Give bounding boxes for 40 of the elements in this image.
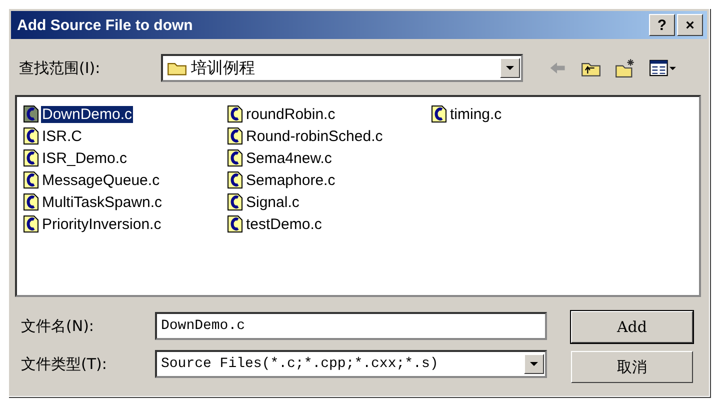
c-file-icon: [23, 193, 39, 211]
c-file-icon: [23, 127, 39, 145]
c-file-icon: [227, 127, 243, 145]
folder-icon: [167, 60, 187, 76]
look-in-label: 查找范围(I):: [19, 58, 102, 78]
file-type-label: 文件类型(T):: [21, 354, 108, 374]
file-item[interactable]: Sema4new.c: [227, 147, 431, 169]
c-file-icon: [227, 215, 243, 233]
c-file-icon: [227, 193, 243, 211]
file-name-label: 文件名(N):: [21, 316, 95, 336]
file-item[interactable]: MessageQueue.c: [23, 169, 227, 191]
c-file-icon: [227, 149, 243, 167]
look-in-dropdown[interactable]: 培训例程: [161, 54, 523, 82]
c-file-icon: [23, 149, 39, 167]
file-name-field[interactable]: DownDemo.c: [155, 312, 547, 340]
file-item[interactable]: testDemo.c: [227, 213, 431, 235]
c-file-icon: [23, 215, 39, 233]
file-item[interactable]: DownDemo.c: [23, 103, 227, 125]
c-file-icon: [227, 171, 243, 189]
add-button[interactable]: Add: [571, 311, 693, 343]
view-menu-icon[interactable]: [649, 58, 677, 78]
file-type-dropdown[interactable]: Source Files(*.c;*.cpp;*.cxx;*.s): [155, 350, 547, 378]
file-item[interactable]: Signal.c: [227, 191, 431, 213]
file-item[interactable]: PriorityInversion.c: [23, 213, 227, 235]
file-item[interactable]: Semaphore.c: [227, 169, 431, 191]
file-item[interactable]: ISR.C: [23, 125, 227, 147]
close-button[interactable]: ×: [677, 14, 703, 36]
c-file-icon: [227, 105, 243, 123]
new-folder-icon[interactable]: [615, 58, 635, 78]
help-button[interactable]: ?: [649, 14, 675, 36]
c-file-icon: [431, 105, 447, 123]
file-item[interactable]: roundRobin.c: [227, 103, 431, 125]
c-file-icon: [23, 171, 39, 189]
c-file-icon: [23, 105, 39, 123]
file-item[interactable]: MultiTaskSpawn.c: [23, 191, 227, 213]
window-title: Add Source File to down: [17, 16, 193, 34]
file-item[interactable]: ISR_Demo.c: [23, 147, 227, 169]
file-item[interactable]: timing.c: [431, 103, 635, 125]
file-item[interactable]: Round-robinSched.c: [227, 125, 431, 147]
cancel-button[interactable]: 取消: [571, 351, 693, 383]
